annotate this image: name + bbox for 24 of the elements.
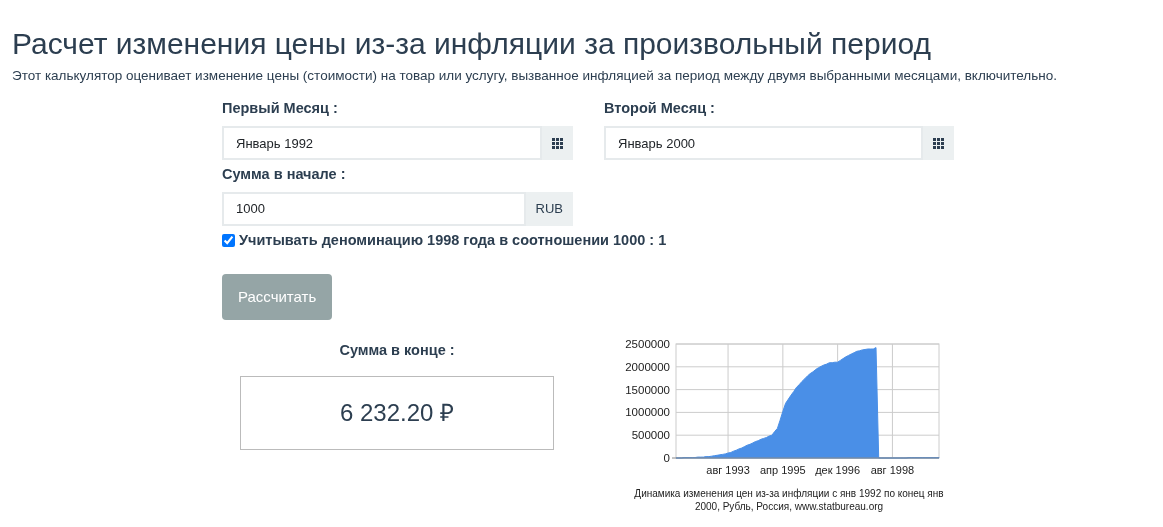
field-label: Второй Месяц : xyxy=(604,99,716,119)
amount-field[interactable]: 1000 xyxy=(222,191,526,226)
y-tick-label: 500000 xyxy=(631,429,670,442)
description: Этот калькулятор оценивает изменение цены (стоимости) на товар или услугу, вызванное инфляцией за период между двумя выбранными месяцами, включительно. xyxy=(12,67,1058,85)
y-tick-label: 1000000 xyxy=(625,406,670,419)
result-label: Сумма в конце : xyxy=(339,342,455,358)
x-tick-label: апр 1995 xyxy=(760,464,806,476)
x-tick-label: дек 1996 xyxy=(815,464,861,476)
denomination-checkbox[interactable] xyxy=(222,234,235,248)
y-tick-label: 2500000 xyxy=(625,338,670,350)
calendar-icon xyxy=(552,137,564,149)
field-label: Первый Месяц : xyxy=(222,99,339,119)
y-tick-label: 1500000 xyxy=(625,383,670,396)
x-tick-label: авг 1993 xyxy=(706,464,750,476)
currency-label: RUB xyxy=(525,191,573,226)
field-label: Сумма в начале : xyxy=(222,165,347,184)
x-tick-label: авг 1998 xyxy=(870,464,915,476)
chart-caption: Динамика изменения цен из-за инфляции с янв 1992 по конец янв 2000, Рубль, Россия, www.statbureau.org xyxy=(634,488,944,512)
calendar-icon xyxy=(933,137,945,149)
checkbox-label: Учитывать деноминацию 1998 года в соотношении 1000 : 1 xyxy=(239,230,667,250)
y-tick-label: 0 xyxy=(663,452,670,464)
page-title: Расчет изменения цены из-за инфляции за произвольный период xyxy=(12,26,932,62)
y-tick-label: 2000000 xyxy=(625,360,670,373)
result-value: 6 232.20 ₽ xyxy=(339,397,455,428)
